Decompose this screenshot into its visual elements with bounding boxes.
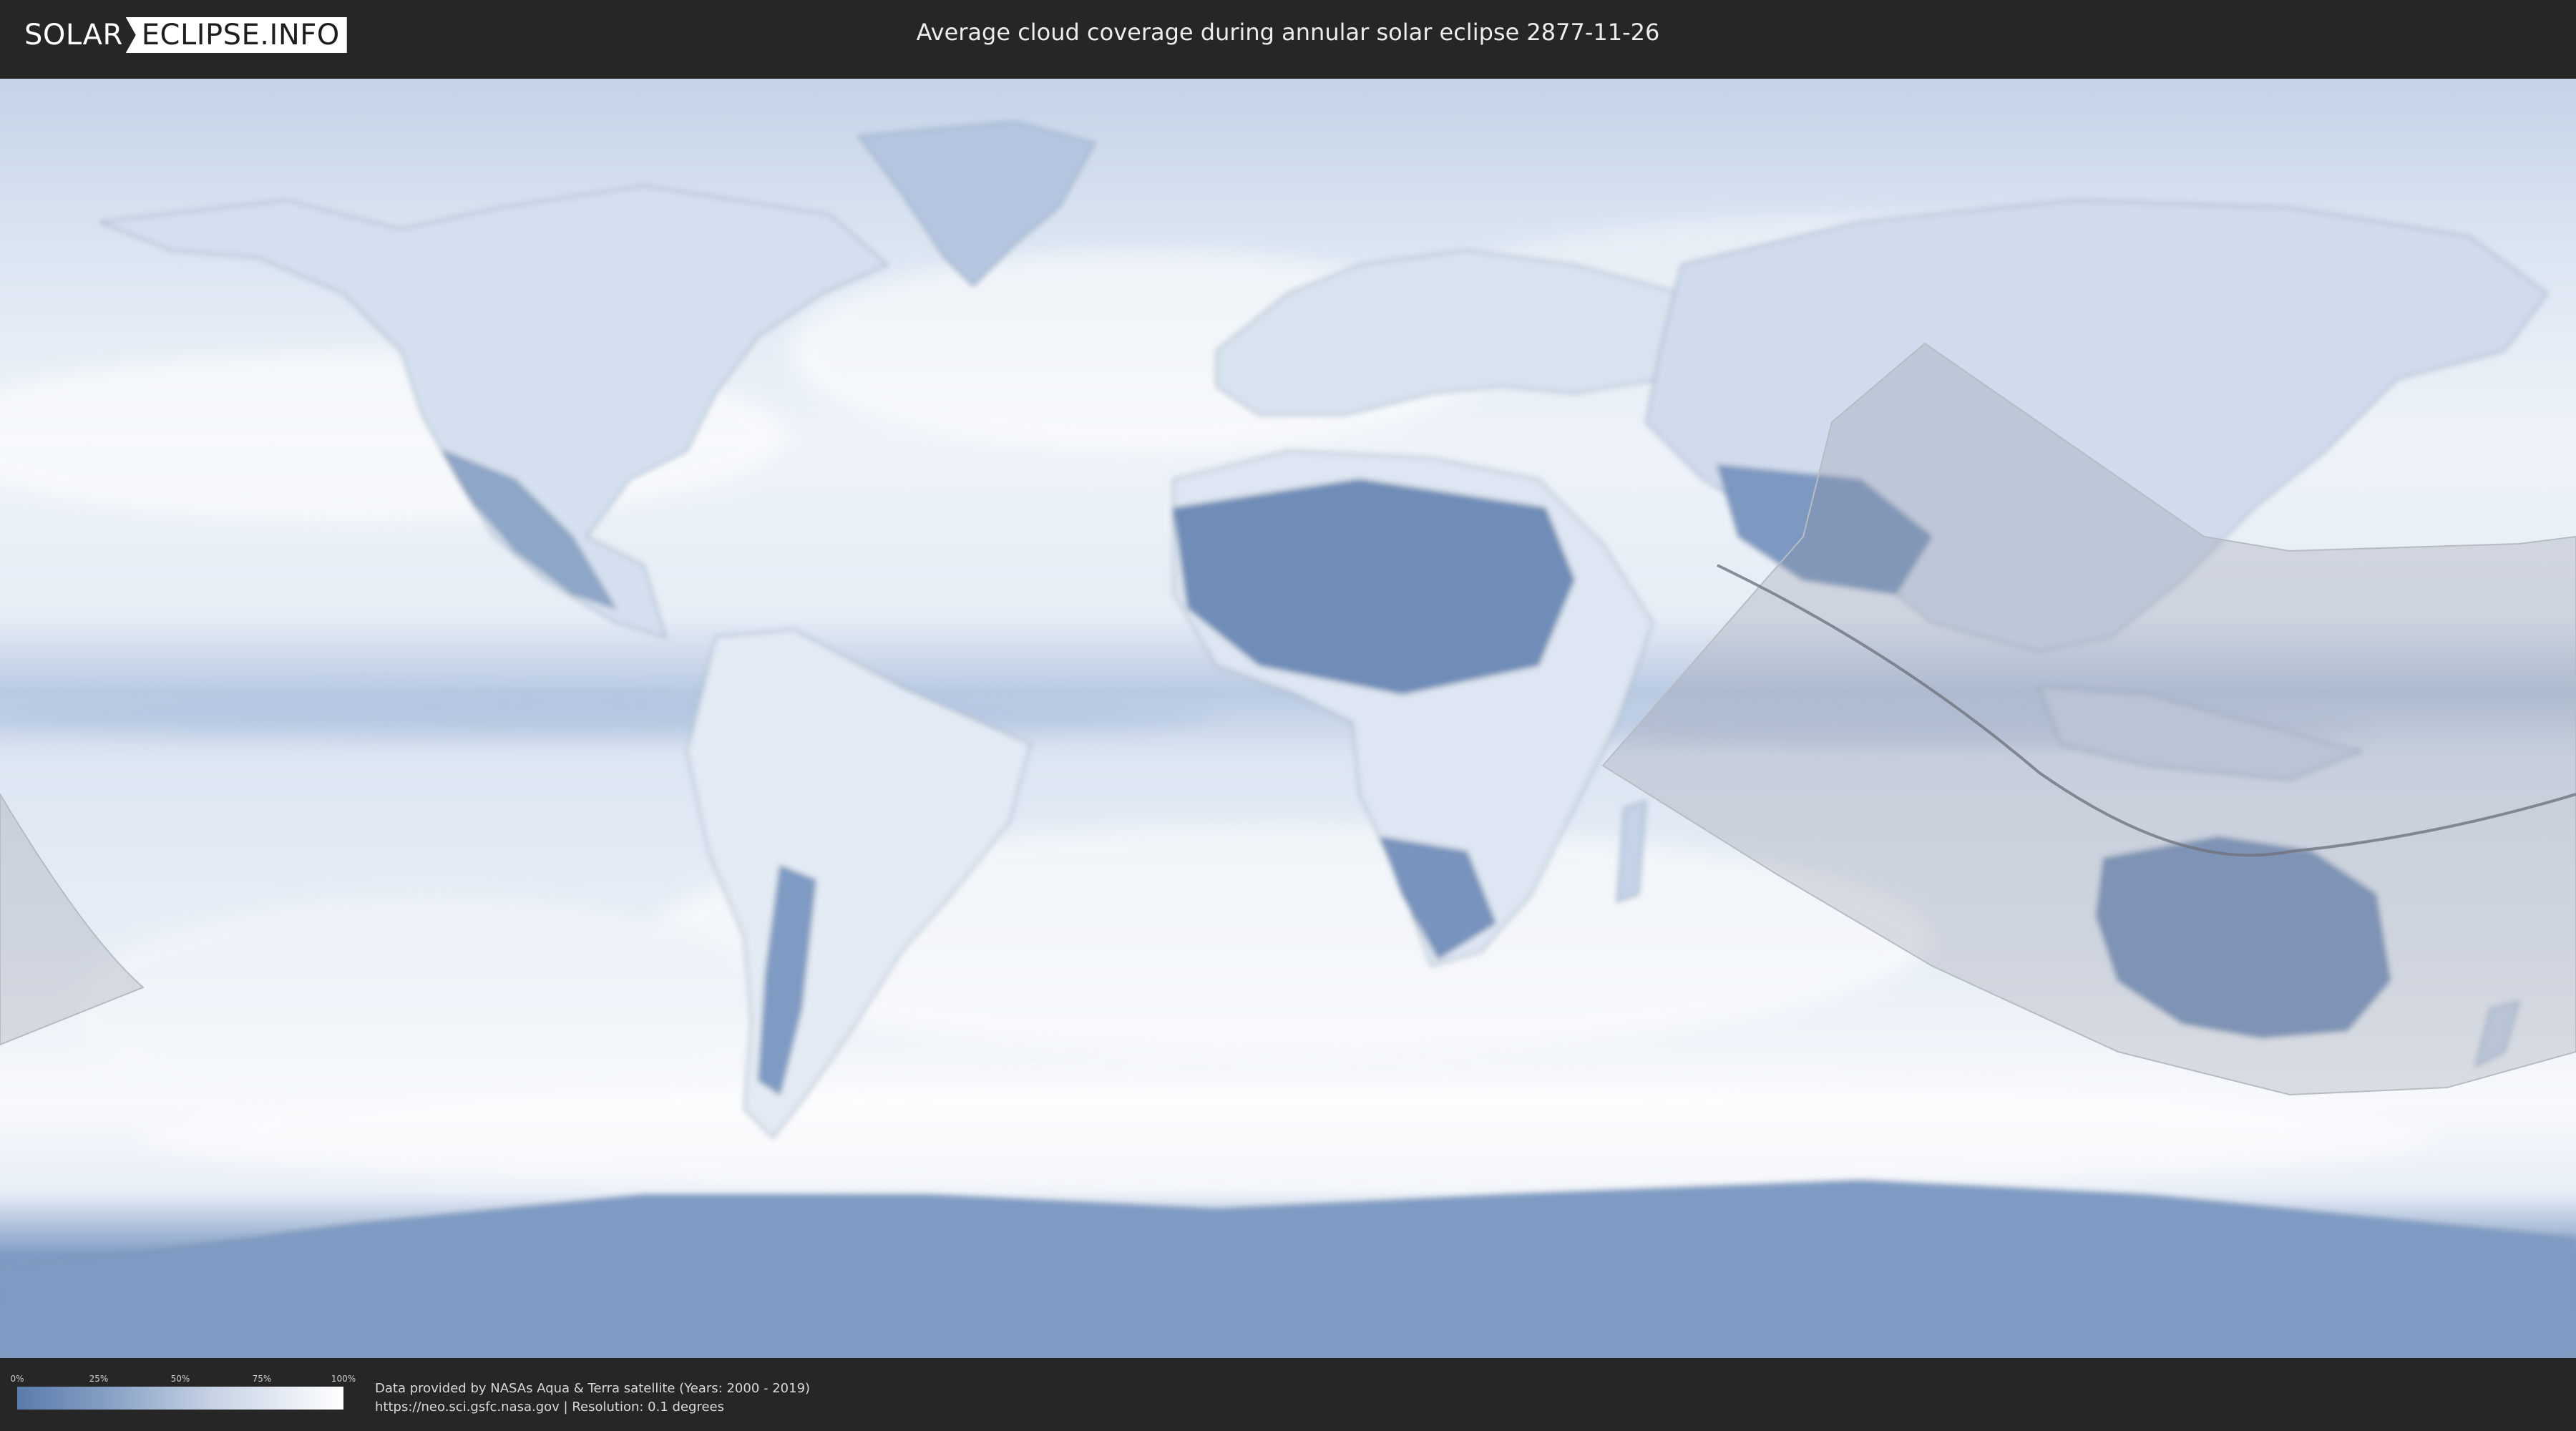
legend-tick: 25% xyxy=(89,1374,109,1384)
cloud-coverage-legend: 0% 25% 50% 75% 100% xyxy=(10,1374,356,1410)
credits-line-url[interactable]: https://neo.sci.gsfc.nasa.gov | Resoluti… xyxy=(375,1398,810,1417)
legend-tick: 75% xyxy=(252,1374,272,1384)
footer-bar: 0% 25% 50% 75% 100% Data provided by NAS… xyxy=(0,1358,2576,1431)
legend-tick: 50% xyxy=(170,1374,190,1384)
credits-line-source: Data provided by NASAs Aqua & Terra sate… xyxy=(375,1381,811,1396)
legend-gradient-bar xyxy=(17,1387,343,1410)
legend-ticks: 0% 25% 50% 75% 100% xyxy=(10,1374,356,1387)
legend-tick: 0% xyxy=(10,1374,24,1384)
page-title: Average cloud coverage during annular so… xyxy=(916,19,1660,46)
header-bar: SOLAR ECLIPSE.INFO Average cloud coverag… xyxy=(0,0,2576,72)
legend-tick: 100% xyxy=(331,1374,356,1384)
data-credits: Data provided by NASAs Aqua & Terra sate… xyxy=(375,1379,810,1417)
cloud-coverage-map xyxy=(0,79,2576,1358)
world-map-svg xyxy=(0,79,2576,1358)
